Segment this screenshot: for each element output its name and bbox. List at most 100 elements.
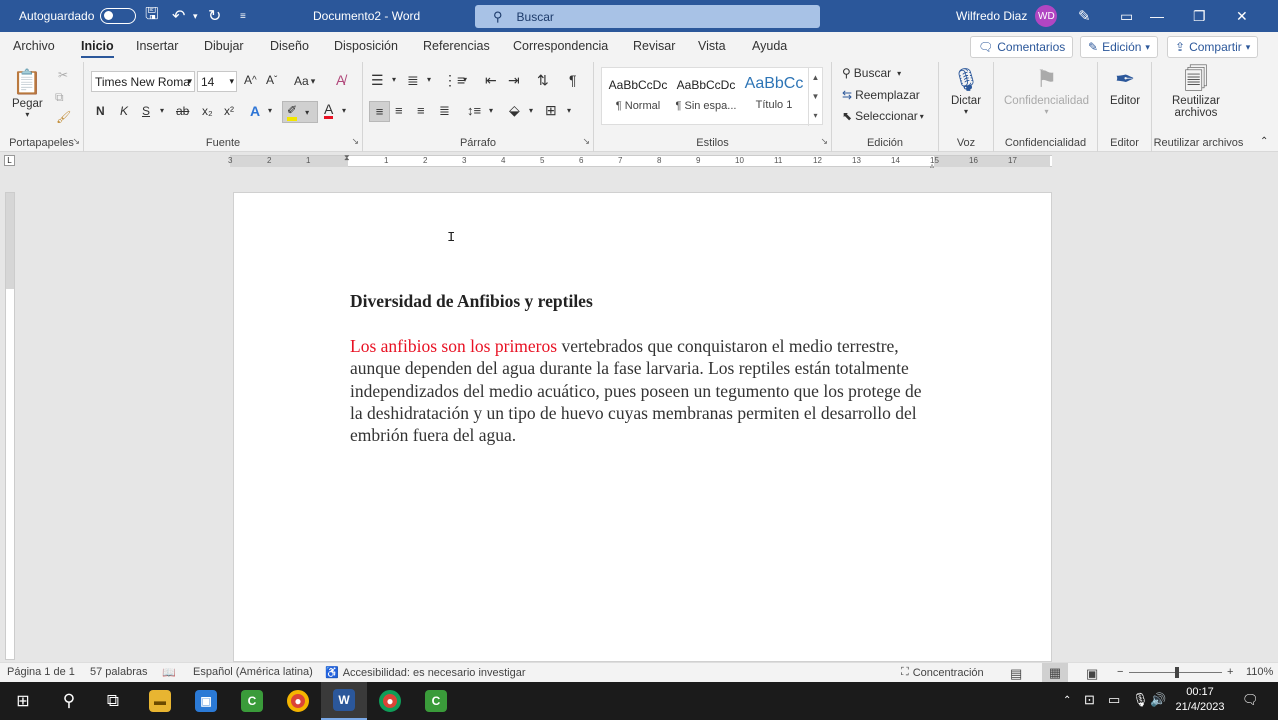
decrease-indent-icon[interactable]: ⇤ <box>485 72 497 89</box>
undo-dropdown-icon[interactable]: ▾ <box>193 0 198 32</box>
change-case-button[interactable]: Aa ▾ <box>294 74 315 88</box>
document-paragraph[interactable]: Los anfibios son los primeros vertebrado… <box>350 335 925 446</box>
shrink-font-icon[interactable]: Aˇ <box>266 73 277 87</box>
superscript-button[interactable]: x² <box>224 104 234 118</box>
camtasia-icon[interactable]: C <box>229 682 275 720</box>
tab-disposicion[interactable]: Disposición <box>334 39 398 53</box>
dictate-button[interactable]: 🎙 Dictar ▾ <box>951 65 981 116</box>
shading-icon[interactable]: ⬙ <box>509 102 520 119</box>
style-no-spacing[interactable]: AaBbCcDc ¶ Sin espa... <box>672 78 740 112</box>
save-icon[interactable]: 🖫 <box>145 0 159 32</box>
search-box[interactable]: ⚲ Buscar <box>475 5 820 28</box>
task-view-icon[interactable]: ⧉ <box>90 682 136 720</box>
tab-archivo[interactable]: Archivo <box>13 39 55 53</box>
select-button[interactable]: ⬉ Seleccionar ▾ <box>842 109 924 123</box>
restore-icon[interactable]: ❐ <box>1193 0 1236 32</box>
underline-button[interactable]: S <box>142 104 150 118</box>
styles-scroll[interactable]: ▲ ▼ ▾ <box>808 68 822 126</box>
copy-icon[interactable]: ⧉ <box>55 90 64 105</box>
tab-dibujar[interactable]: Dibujar <box>204 39 244 53</box>
word-count[interactable]: 57 palabras <box>90 666 148 678</box>
highlight-color-button[interactable]: ✐ ▾ <box>282 101 318 123</box>
microphone-tray-icon[interactable]: 🎙 <box>1132 692 1149 708</box>
tab-correspondencia[interactable]: Correspondencia <box>513 39 608 53</box>
sensitivity-button[interactable]: ⚑ Confidencialidad ▾ <box>1004 65 1089 116</box>
clear-formatting-icon[interactable]: A̸ <box>336 72 345 88</box>
text-effects-icon[interactable]: A <box>250 103 260 119</box>
bold-button[interactable]: N <box>96 104 105 118</box>
paste-button[interactable]: 📋 Pegar ▾ <box>12 68 43 119</box>
style-heading-1[interactable]: AaBbCc Título 1 <box>740 75 808 111</box>
right-indent-icon[interactable]: ▵ <box>930 161 934 170</box>
font-name-combo[interactable]: Times New Roma ▾ <box>91 71 195 92</box>
editor-button[interactable]: ✒ Editor <box>1110 65 1140 107</box>
sort-icon[interactable]: ⇅ <box>537 72 549 89</box>
user-account[interactable]: Wilfredo Diaz WD <box>956 0 1058 32</box>
cut-icon[interactable]: ✂ <box>58 68 68 82</box>
tab-inicio[interactable]: Inicio <box>81 39 114 58</box>
reuse-files-button[interactable]: 🗐 Reutilizar archivos <box>1172 65 1220 119</box>
font-color-icon[interactable]: A <box>324 102 334 119</box>
numbering-icon[interactable]: ≣ <box>407 72 419 89</box>
read-mode-icon[interactable]: ▤ <box>1010 666 1022 682</box>
autosave-toggle[interactable]: Autoguardado <box>19 0 137 32</box>
microsoft-store-icon[interactable]: ▣ <box>183 682 229 720</box>
find-button[interactable]: ⚲ Buscar ▾ <box>842 66 901 80</box>
justify-icon[interactable]: ≣ <box>439 103 450 119</box>
undo-icon[interactable]: ↶ <box>172 0 185 32</box>
multilevel-list-icon[interactable]: ⋮≡ <box>443 72 465 89</box>
document-page[interactable]: I Diversidad de Anfibios y reptiles Los … <box>233 192 1052 662</box>
autosave-switch[interactable] <box>100 8 137 24</box>
font-size-combo[interactable]: 14 ▾ <box>197 71 237 92</box>
tray-expand-icon[interactable]: ⌃ <box>1063 695 1071 706</box>
network-tray-icon[interactable]: ⊡ <box>1084 692 1095 708</box>
comments-button[interactable]: 🗨 Comentarios <box>970 36 1074 58</box>
dialog-launcher-icon[interactable]: ↘ <box>582 136 590 147</box>
system-clock[interactable]: 00:17 21/4/2023 <box>1170 685 1230 715</box>
redo-icon[interactable]: ↻ <box>208 0 221 32</box>
line-spacing-icon[interactable]: ↕≡ <box>467 103 481 118</box>
subscript-button[interactable]: x₂ <box>202 104 213 118</box>
page-count[interactable]: Página 1 de 1 <box>7 666 75 678</box>
camtasia-recorder-icon[interactable]: C <box>413 682 459 720</box>
format-painter-icon[interactable]: 🖌 <box>56 110 71 124</box>
chevron-down-icon[interactable]: ▾ <box>529 106 533 115</box>
strikethrough-button[interactable]: ab <box>176 104 189 118</box>
chrome-profile-icon[interactable]: ● <box>367 682 413 720</box>
chevron-down-icon[interactable]: ▾ <box>489 106 493 115</box>
accessibility-status[interactable]: ♿ Accesibilidad: es necesario investigar <box>325 666 526 680</box>
notifications-icon[interactable]: 🗨 <box>1242 692 1259 708</box>
focus-mode-button[interactable]: ⛶ Concentración <box>901 666 984 679</box>
chevron-down-icon[interactable]: ▾ <box>160 106 164 115</box>
tab-vista[interactable]: Vista <box>698 39 726 53</box>
dialog-launcher-icon[interactable]: ↘ <box>820 136 828 147</box>
chevron-down-icon[interactable]: ▾ <box>392 75 396 84</box>
customize-toolbar-icon[interactable]: ≡ <box>240 0 246 32</box>
tab-ayuda[interactable]: Ayuda <box>752 39 787 53</box>
dialog-launcher-icon[interactable]: ↘ <box>72 136 80 147</box>
share-button[interactable]: ⇪ Compartir ▾ <box>1167 36 1259 58</box>
close-icon[interactable]: ✕ <box>1236 0 1278 32</box>
indent-marker-icon[interactable]: ⧗ <box>344 153 350 163</box>
show-formatting-icon[interactable]: ¶ <box>569 72 577 88</box>
document-heading[interactable]: Diversidad de Anfibios y reptiles <box>350 291 593 312</box>
align-right-icon[interactable]: ≡ <box>417 103 425 118</box>
replace-button[interactable]: ⇆ Reemplazar <box>842 88 920 102</box>
borders-icon[interactable]: ⊞ <box>545 102 557 119</box>
display-tray-icon[interactable]: ▭ <box>1108 692 1120 708</box>
vertical-ruler[interactable] <box>5 192 15 660</box>
print-layout-icon[interactable]: ▦ <box>1042 663 1068 682</box>
proofing-icon[interactable]: 📖 <box>162 666 176 679</box>
chrome-icon[interactable]: ● <box>275 682 321 720</box>
minimize-icon[interactable]: — <box>1150 0 1193 32</box>
zoom-thumb[interactable] <box>1175 667 1179 678</box>
zoom-in-icon[interactable]: + <box>1227 666 1233 678</box>
web-layout-icon[interactable]: ▣ <box>1086 666 1098 682</box>
dialog-launcher-icon[interactable]: ↘ <box>351 136 359 147</box>
increase-indent-icon[interactable]: ⇥ <box>508 72 520 89</box>
tab-revisar[interactable]: Revisar <box>633 39 675 53</box>
italic-button[interactable]: K <box>120 104 128 118</box>
tab-referencias[interactable]: Referencias <box>423 39 490 53</box>
chevron-down-icon[interactable]: ▾ <box>463 75 467 84</box>
word-icon[interactable]: W <box>321 682 367 720</box>
